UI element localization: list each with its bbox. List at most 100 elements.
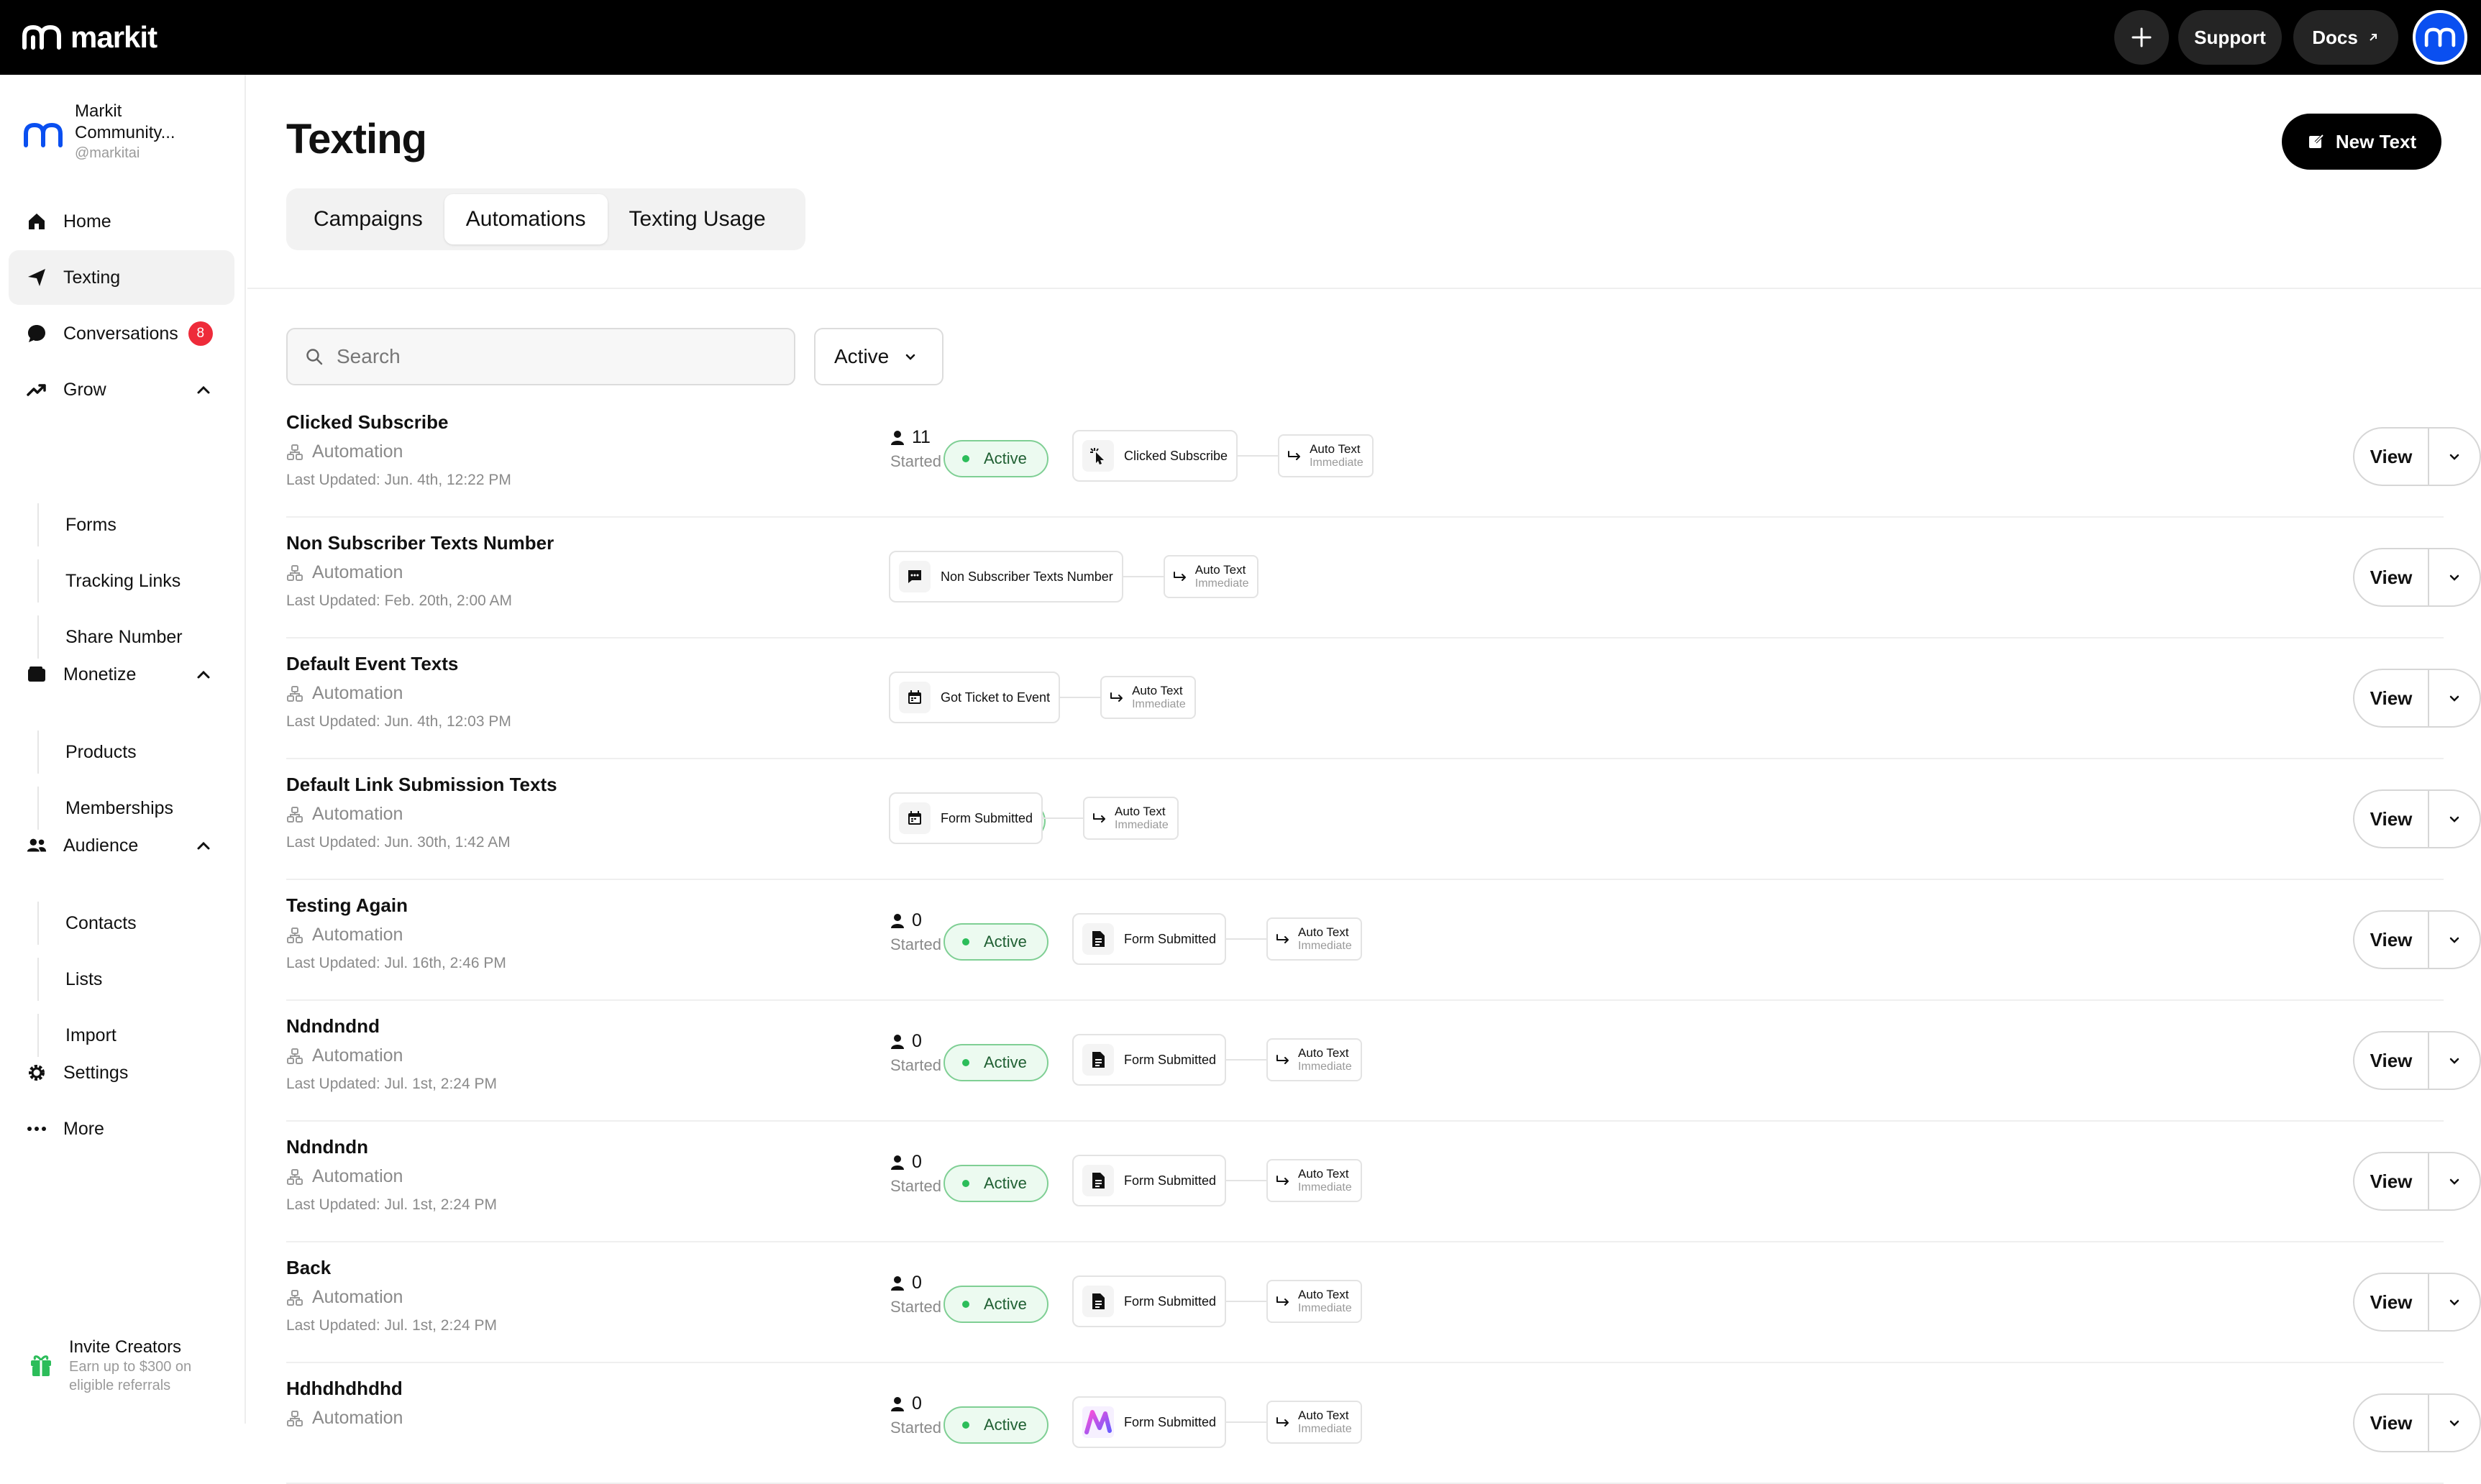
- auto-text-step[interactable]: Auto Text Immediate: [1266, 917, 1362, 961]
- tab-campaigns[interactable]: Campaigns: [292, 194, 444, 244]
- view-button[interactable]: View: [2354, 549, 2429, 605]
- automation-flow[interactable]: Form Submitted Auto Text Immediate: [1072, 1275, 1362, 1327]
- automation-flow[interactable]: Form Submitted Auto Text Immediate: [1072, 1034, 1362, 1086]
- view-button[interactable]: View: [2354, 1274, 2429, 1330]
- automation-title[interactable]: Default Event Texts: [286, 653, 458, 675]
- sidebar-item-more[interactable]: More: [9, 1101, 234, 1156]
- trigger-node[interactable]: Form Submitted: [1072, 1275, 1227, 1327]
- brand[interactable]: markit: [22, 17, 157, 58]
- auto-text-step[interactable]: Auto Text Immediate: [1266, 1159, 1362, 1202]
- view-button[interactable]: View: [2354, 1395, 2429, 1451]
- view-options-button[interactable]: [2429, 912, 2480, 968]
- tab-automations[interactable]: Automations: [444, 194, 608, 244]
- view-button[interactable]: View: [2354, 429, 2429, 485]
- automation-flow[interactable]: Got Ticket to Event Auto Text Immediate: [889, 672, 1196, 723]
- table-row[interactable]: Hdhdhdhdhd Automation Active 0 Started F…: [286, 1363, 2481, 1484]
- sidebar-item-products[interactable]: Products: [37, 730, 224, 774]
- org-switcher[interactable]: Markit Community... @markitai: [23, 101, 219, 162]
- auto-text-step[interactable]: Auto Text Immediate: [1266, 1038, 1362, 1081]
- view-button[interactable]: View: [2354, 670, 2429, 726]
- auto-text-step[interactable]: Auto Text Immediate: [1083, 797, 1179, 840]
- gift-icon: [31, 1355, 51, 1376]
- status-filter-select[interactable]: Active: [814, 328, 943, 385]
- automation-title[interactable]: Back: [286, 1257, 331, 1279]
- sidebar-item-grow[interactable]: Grow: [9, 362, 234, 417]
- new-text-button[interactable]: New Text: [2282, 114, 2441, 170]
- view-options-button[interactable]: [2429, 1032, 2480, 1089]
- trigger-node[interactable]: Clicked Subscribe: [1072, 430, 1238, 482]
- automation-flow[interactable]: Form Submitted Auto Text Immediate: [1072, 1396, 1362, 1448]
- table-row[interactable]: Back Automation Last Updated: Jul. 1st, …: [286, 1242, 2481, 1363]
- automation-title[interactable]: Non Subscriber Texts Number: [286, 532, 554, 554]
- view-options-button[interactable]: [2429, 791, 2480, 847]
- view-options-button[interactable]: [2429, 670, 2480, 726]
- view-options-button[interactable]: [2429, 1395, 2480, 1451]
- view-button[interactable]: View: [2354, 912, 2429, 968]
- automation-title[interactable]: Ndndndnd: [286, 1015, 380, 1038]
- automation-title[interactable]: Clicked Subscribe: [286, 411, 448, 434]
- automation-type-label: Automation: [312, 683, 403, 703]
- automation-flow[interactable]: Form Submitted Auto Text Immediate: [1072, 913, 1362, 965]
- view-button[interactable]: View: [2354, 791, 2429, 847]
- table-row[interactable]: Non Subscriber Texts Number Automation L…: [286, 518, 2481, 638]
- sidebar-item-texting[interactable]: Texting: [9, 250, 234, 305]
- automation-flow[interactable]: Clicked Subscribe Auto Text Immediate: [1072, 430, 1374, 482]
- sidebar-item-audience[interactable]: Audience: [9, 818, 234, 873]
- auto-text-step[interactable]: Auto Text Immediate: [1100, 676, 1196, 719]
- sidebar-item-contacts[interactable]: Contacts: [37, 902, 224, 945]
- trigger-node[interactable]: Got Ticket to Event: [889, 672, 1061, 723]
- sidebar-item-label: Forms: [65, 514, 116, 535]
- sidebar-item-home[interactable]: Home: [9, 194, 234, 249]
- trigger-node[interactable]: Form Submitted: [889, 792, 1043, 844]
- trigger-label: Clicked Subscribe: [1124, 448, 1228, 463]
- started-label: Started: [890, 452, 941, 470]
- sidebar-item-forms[interactable]: Forms: [37, 503, 224, 546]
- avatar[interactable]: [2413, 10, 2467, 65]
- table-row[interactable]: Default Event Texts Automation Last Upda…: [286, 638, 2481, 759]
- automation-title[interactable]: Ndndndn: [286, 1136, 368, 1158]
- auto-text-step[interactable]: Auto Text Immediate: [1266, 1280, 1362, 1323]
- trigger-node[interactable]: Form Submitted: [1072, 1396, 1227, 1448]
- support-button[interactable]: Support: [2178, 10, 2282, 65]
- tab-texting-usage[interactable]: Texting Usage: [608, 194, 787, 244]
- table-row[interactable]: Ndndndn Automation Last Updated: Jul. 1s…: [286, 1122, 2481, 1242]
- search-input[interactable]: [337, 345, 768, 368]
- view-options-button[interactable]: [2429, 549, 2480, 605]
- automation-title[interactable]: Testing Again: [286, 894, 408, 917]
- compose-icon: [2308, 134, 2324, 148]
- automation-flow[interactable]: Form Submitted Auto Text Immediate: [889, 792, 1179, 844]
- table-row[interactable]: Default Link Submission Texts Automation…: [286, 759, 2481, 880]
- automation-flow[interactable]: Non Subscriber Texts Number Auto Text Im…: [889, 551, 1259, 603]
- sidebar-item-tracking-links[interactable]: Tracking Links: [37, 559, 224, 603]
- invite-creators[interactable]: Invite Creators Earn up to $300 on eligi…: [29, 1337, 227, 1395]
- sidebar-item-lists[interactable]: Lists: [37, 958, 224, 1001]
- create-button[interactable]: [2114, 10, 2169, 65]
- sidebar-item-settings[interactable]: Settings: [9, 1045, 234, 1100]
- tab-bar: Campaigns Automations Texting Usage: [286, 188, 805, 250]
- auto-text-step[interactable]: Auto Text Immediate: [1163, 555, 1259, 598]
- reply-arrow-icon: [1288, 451, 1301, 460]
- auto-text-step[interactable]: Auto Text Immediate: [1278, 434, 1374, 477]
- view-options-button[interactable]: [2429, 1274, 2480, 1330]
- trigger-node[interactable]: Form Submitted: [1072, 1155, 1227, 1206]
- trigger-node[interactable]: Form Submitted: [1072, 913, 1227, 965]
- automation-type: Automation: [286, 441, 403, 462]
- view-options-button[interactable]: [2429, 429, 2480, 485]
- table-row[interactable]: Clicked Subscribe Automation Last Update…: [286, 397, 2481, 518]
- table-row[interactable]: Ndndndnd Automation Last Updated: Jul. 1…: [286, 1001, 2481, 1122]
- automation-title[interactable]: Default Link Submission Texts: [286, 774, 557, 796]
- sidebar-item-conversations[interactable]: Conversations 8: [9, 306, 234, 361]
- view-button-group: View: [2353, 789, 2481, 848]
- automation-title[interactable]: Hdhdhdhdhd: [286, 1378, 403, 1400]
- step-subtitle: Immediate: [1115, 819, 1169, 831]
- view-button[interactable]: View: [2354, 1153, 2429, 1209]
- docs-button[interactable]: Docs: [2293, 10, 2398, 65]
- trigger-node[interactable]: Non Subscriber Texts Number: [889, 551, 1123, 603]
- sidebar-item-monetize[interactable]: Monetize: [9, 647, 234, 702]
- view-button[interactable]: View: [2354, 1032, 2429, 1089]
- auto-text-step[interactable]: Auto Text Immediate: [1266, 1401, 1362, 1444]
- view-options-button[interactable]: [2429, 1153, 2480, 1209]
- table-row[interactable]: Testing Again Automation Last Updated: J…: [286, 880, 2481, 1001]
- trigger-node[interactable]: Form Submitted: [1072, 1034, 1227, 1086]
- automation-flow[interactable]: Form Submitted Auto Text Immediate: [1072, 1155, 1362, 1206]
